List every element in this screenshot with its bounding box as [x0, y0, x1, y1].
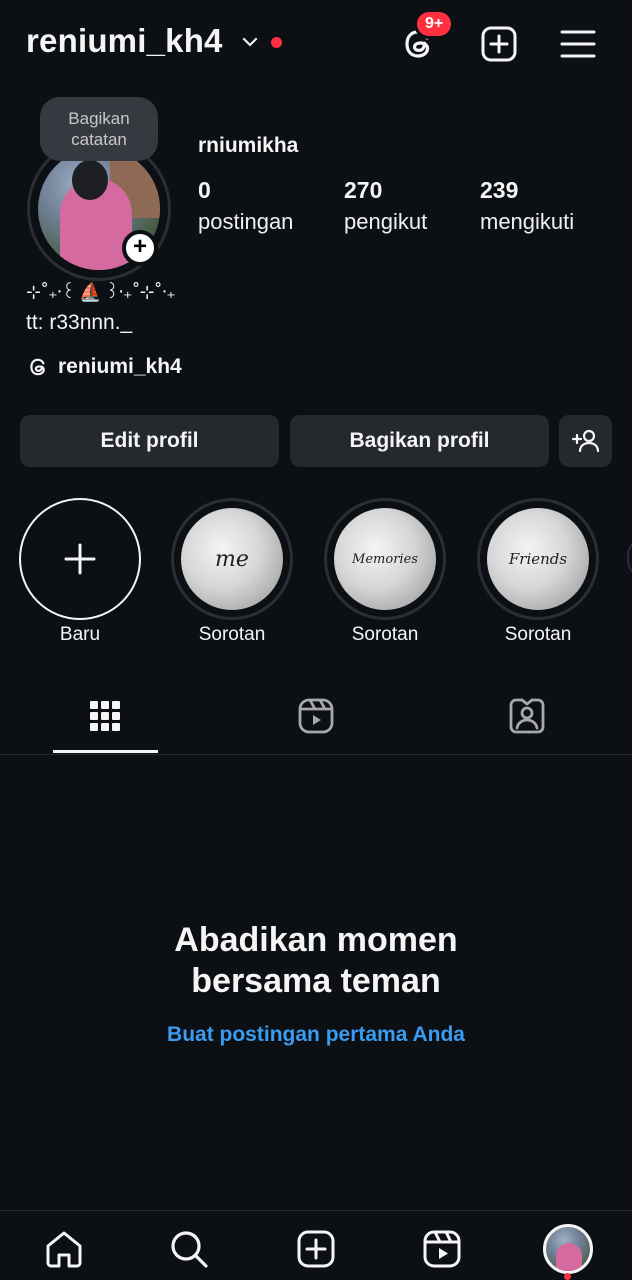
bio-line-1: ⊹˚₊‧꒰ ⛵ ꒱‧₊˚⊹˚‧₊	[26, 282, 176, 303]
threads-icon	[30, 358, 45, 376]
highlight-label: Sorotan	[198, 624, 266, 645]
reels-icon[interactable]	[421, 1228, 463, 1270]
new-post-icon[interactable]	[479, 24, 519, 64]
highlight-memories[interactable]: Memories	[324, 498, 446, 620]
home-icon[interactable]	[43, 1228, 85, 1270]
profile-username[interactable]: reniumi_kh4	[26, 22, 223, 60]
highlight-friends[interactable]: Friends	[477, 498, 599, 620]
tab-divider	[0, 754, 632, 755]
empty-title-line-2: bersama teman	[191, 962, 441, 1000]
followers-label[interactable]: pengikut	[344, 209, 427, 235]
active-tab-indicator	[53, 750, 158, 753]
add-story-plus-icon[interactable]: +	[122, 230, 158, 266]
display-name: rniumikha	[198, 134, 299, 157]
threads-profile-link[interactable]: reniumi_kh4	[26, 352, 182, 382]
highlight-cover: me	[181, 508, 283, 610]
share-profile-button[interactable]: Bagikan profil	[290, 415, 549, 467]
bio-line-2: tt: r33nnn._	[26, 311, 133, 334]
edit-profile-button[interactable]: Edit profil	[20, 415, 279, 467]
account-status-dot	[271, 37, 282, 48]
following-label[interactable]: mengikuti	[480, 209, 574, 235]
add-person-icon	[571, 429, 599, 453]
posts-label[interactable]: postingan	[198, 209, 293, 235]
profile-tab-avatar[interactable]	[543, 1224, 593, 1274]
create-icon[interactable]	[295, 1228, 337, 1270]
create-first-post-link[interactable]: Buat postingan pertama Anda	[0, 1023, 632, 1047]
highlight-cover: Friends	[487, 508, 589, 610]
empty-title-line-1: Abadikan momen	[174, 921, 458, 959]
highlight-me[interactable]: me	[171, 498, 293, 620]
share-note-bubble[interactable]: Bagikan catatan	[40, 97, 158, 161]
new-highlight-button[interactable]	[19, 498, 141, 620]
discover-people-button[interactable]	[559, 415, 612, 467]
highlight-peek	[627, 543, 632, 573]
followers-count[interactable]: 270	[344, 177, 382, 204]
grid-icon[interactable]	[85, 696, 125, 736]
notification-badge: 9+	[414, 9, 455, 39]
highlight-label: Sorotan	[351, 624, 419, 645]
empty-state-title: Abadikan momen bersama teman	[0, 920, 632, 1002]
search-icon[interactable]	[168, 1228, 210, 1270]
posts-count[interactable]: 0	[198, 177, 211, 204]
new-highlight-label: Baru	[59, 624, 101, 645]
tagged-icon[interactable]	[507, 696, 547, 736]
highlight-label: Sorotan	[504, 624, 572, 645]
chevron-down-icon[interactable]	[238, 30, 262, 54]
highlight-cover: Memories	[334, 508, 436, 610]
threads-username: reniumi_kh4	[58, 355, 182, 378]
profile-notification-dot	[564, 1273, 571, 1280]
menu-icon[interactable]	[558, 24, 598, 64]
reels-icon[interactable]	[296, 696, 336, 736]
following-count[interactable]: 239	[480, 177, 518, 204]
plus-icon	[64, 543, 96, 575]
